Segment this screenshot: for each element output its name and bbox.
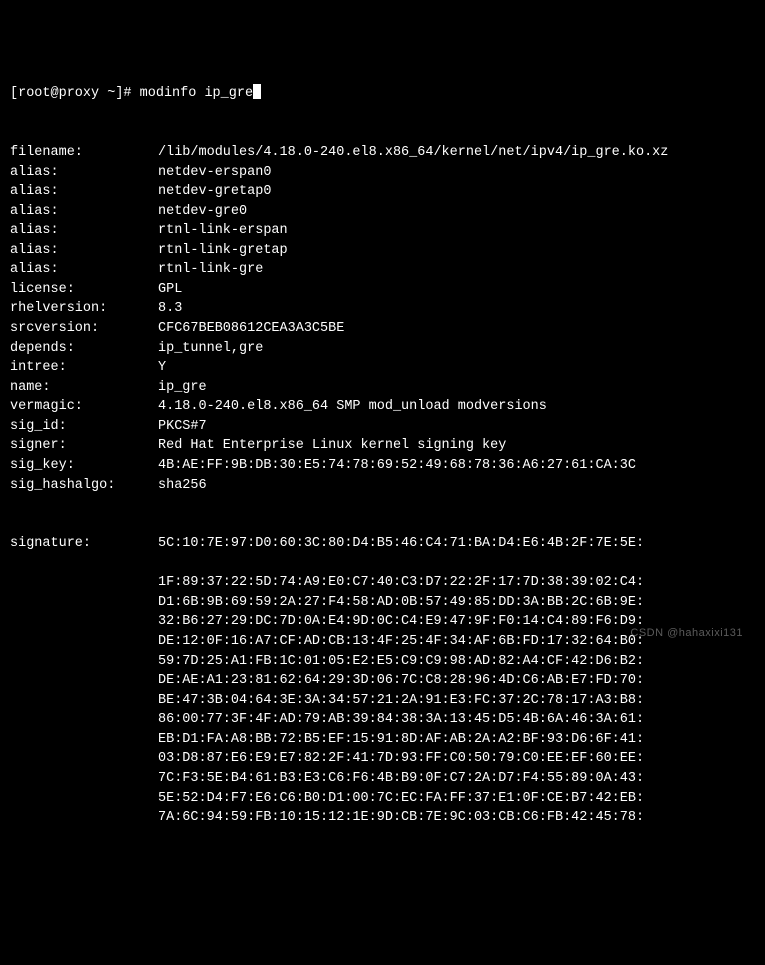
signature-line: DE:AE:A1:23:81:62:64:29:3D:06:7C:C8:28:9… xyxy=(158,671,755,691)
field-value: Y xyxy=(158,358,755,378)
field-value: GPL xyxy=(158,280,755,300)
field-row: alias:netdev-gretap0 xyxy=(10,182,755,202)
field-row: depends:ip_tunnel,gre xyxy=(10,339,755,359)
signature-line: DE:12:0F:16:A7:CF:AD:CB:13:4F:25:4F:34:A… xyxy=(158,632,755,652)
field-row: license:GPL xyxy=(10,280,755,300)
field-value: 4.18.0-240.el8.x86_64 SMP mod_unload mod… xyxy=(158,397,755,417)
shell-prompt: [root@proxy ~]# modinfo ip_gre xyxy=(10,84,253,104)
field-label: alias: xyxy=(10,260,158,280)
field-row: alias:netdev-gre0 xyxy=(10,202,755,222)
field-row: intree:Y xyxy=(10,358,755,378)
field-row: name:ip_gre xyxy=(10,378,755,398)
signature-continuation: 1F:89:37:22:5D:74:A9:E0:C7:40:C3:D7:22:2… xyxy=(10,573,755,827)
modinfo-fields: filename:/lib/modules/4.18.0-240.el8.x86… xyxy=(10,143,755,495)
field-value: sha256 xyxy=(158,476,755,496)
field-row: alias:netdev-erspan0 xyxy=(10,163,755,183)
signature-line: 7A:6C:94:59:FB:10:15:12:1E:9D:CB:7E:9C:0… xyxy=(158,808,755,828)
field-label: filename: xyxy=(10,143,158,163)
field-value: rtnl-link-erspan xyxy=(158,221,755,241)
field-label: sig_id: xyxy=(10,417,158,437)
field-value: rtnl-link-gretap xyxy=(158,241,755,261)
cursor-icon xyxy=(253,84,261,99)
field-label: vermagic: xyxy=(10,397,158,417)
signature-first-line: signature: 5C:10:7E:97:D0:60:3C:80:D4:B5… xyxy=(10,534,755,554)
signature-line: 7C:F3:5E:B4:61:B3:E3:C6:F6:4B:B9:0F:C7:2… xyxy=(158,769,755,789)
field-row: srcversion:CFC67BEB08612CEA3A3C5BE xyxy=(10,319,755,339)
command-text: modinfo ip_gre xyxy=(140,86,253,101)
field-label: alias: xyxy=(10,241,158,261)
field-row: filename:/lib/modules/4.18.0-240.el8.x86… xyxy=(10,143,755,163)
field-value: /lib/modules/4.18.0-240.el8.x86_64/kerne… xyxy=(158,143,755,163)
field-row: alias:rtnl-link-gre xyxy=(10,260,755,280)
signature-line: 1F:89:37:22:5D:74:A9:E0:C7:40:C3:D7:22:2… xyxy=(158,573,755,593)
field-label: alias: xyxy=(10,182,158,202)
field-label: name: xyxy=(10,378,158,398)
field-value: CFC67BEB08612CEA3A3C5BE xyxy=(158,319,755,339)
field-label: rhelversion: xyxy=(10,299,158,319)
field-value: netdev-gretap0 xyxy=(158,182,755,202)
signature-line: EB:D1:FA:A8:BB:72:B5:EF:15:91:8D:AF:AB:2… xyxy=(158,730,755,750)
field-label: license: xyxy=(10,280,158,300)
field-label: signer: xyxy=(10,436,158,456)
signature-line: 86:00:77:3F:4F:AD:79:AB:39:84:38:3A:13:4… xyxy=(158,710,755,730)
field-label: alias: xyxy=(10,221,158,241)
field-row: rhelversion:8.3 xyxy=(10,299,755,319)
signature-line: 5E:52:D4:F7:E6:C6:B0:D1:00:7C:EC:FA:FF:3… xyxy=(158,789,755,809)
field-row: sig_id:PKCS#7 xyxy=(10,417,755,437)
field-value: 8.3 xyxy=(158,299,755,319)
field-value: rtnl-link-gre xyxy=(158,260,755,280)
field-value: PKCS#7 xyxy=(158,417,755,437)
signature-line: BE:47:3B:04:64:3E:3A:34:57:21:2A:91:E3:F… xyxy=(158,691,755,711)
field-row: vermagic:4.18.0-240.el8.x86_64 SMP mod_u… xyxy=(10,397,755,417)
field-label: sig_key: xyxy=(10,456,158,476)
field-label: intree: xyxy=(10,358,158,378)
prompt-line: [root@proxy ~]# modinfo ip_gre xyxy=(10,84,755,104)
field-row: sig_hashalgo:sha256 xyxy=(10,476,755,496)
signature-line: D1:6B:9B:69:59:2A:27:F4:58:AD:0B:57:49:8… xyxy=(158,593,755,613)
field-row: alias:rtnl-link-gretap xyxy=(10,241,755,261)
signature-line: 59:7D:25:A1:FB:1C:01:05:E2:E5:C9:C9:98:A… xyxy=(158,652,755,672)
field-row: sig_key:4B:AE:FF:9B:DB:30:E5:74:78:69:52… xyxy=(10,456,755,476)
signature-line: 03:D8:87:E6:E9:E7:82:2F:41:7D:93:FF:C0:5… xyxy=(158,749,755,769)
field-label: sig_hashalgo: xyxy=(10,476,158,496)
field-value: ip_tunnel,gre xyxy=(158,339,755,359)
user-host: [root@proxy ~]# xyxy=(10,86,132,101)
field-label: depends: xyxy=(10,339,158,359)
field-value: Red Hat Enterprise Linux kernel signing … xyxy=(158,436,755,456)
field-row: signer:Red Hat Enterprise Linux kernel s… xyxy=(10,436,755,456)
field-value: netdev-erspan0 xyxy=(158,163,755,183)
field-value: 5C:10:7E:97:D0:60:3C:80:D4:B5:46:C4:71:B… xyxy=(158,534,755,554)
field-label: alias: xyxy=(10,202,158,222)
field-label: alias: xyxy=(10,163,158,183)
field-row: alias:rtnl-link-erspan xyxy=(10,221,755,241)
field-value: 4B:AE:FF:9B:DB:30:E5:74:78:69:52:49:68:7… xyxy=(158,456,755,476)
signature-line: 32:B6:27:29:DC:7D:0A:E4:9D:0C:C4:E9:47:9… xyxy=(158,612,755,632)
field-value: ip_gre xyxy=(158,378,755,398)
field-label: signature: xyxy=(10,534,158,554)
field-value: netdev-gre0 xyxy=(158,202,755,222)
field-label: srcversion: xyxy=(10,319,158,339)
